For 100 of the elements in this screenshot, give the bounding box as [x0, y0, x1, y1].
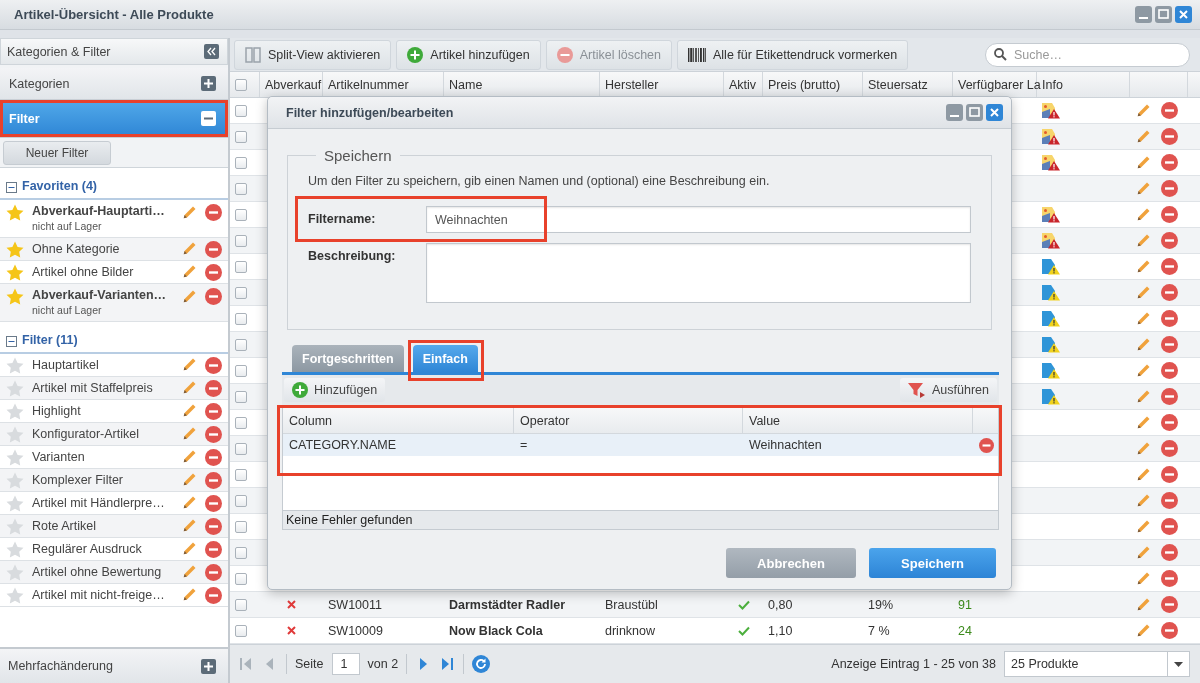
pencil-icon[interactable]: [1135, 336, 1151, 353]
star-icon[interactable]: [6, 586, 24, 604]
star-icon[interactable]: [6, 379, 24, 397]
star-icon[interactable]: [6, 425, 24, 443]
delete-icon[interactable]: [1161, 596, 1178, 613]
pencil-icon[interactable]: [181, 495, 197, 511]
expand-icon[interactable]: [201, 658, 216, 674]
pencil-icon[interactable]: [1135, 440, 1151, 457]
pencil-icon[interactable]: [181, 380, 197, 396]
maximize-icon[interactable]: [966, 104, 983, 121]
checkbox[interactable]: [235, 312, 247, 325]
checkbox[interactable]: [235, 494, 247, 507]
delete-icon[interactable]: [205, 517, 222, 535]
checkbox[interactable]: [235, 338, 247, 351]
delete-icon[interactable]: [1161, 544, 1178, 561]
column-header[interactable]: Steuersatz: [868, 77, 928, 92]
delete-icon[interactable]: [205, 240, 222, 258]
delete-icon[interactable]: [1161, 284, 1178, 301]
checkbox[interactable]: [235, 182, 247, 195]
column-header[interactable]: Name: [449, 77, 483, 92]
collapse-icon[interactable]: [201, 111, 216, 126]
delete-icon[interactable]: [205, 540, 222, 558]
pencil-icon[interactable]: [181, 241, 197, 257]
run-button[interactable]: Ausführen: [900, 378, 997, 402]
description-field[interactable]: [426, 243, 971, 303]
delete-icon[interactable]: [1161, 128, 1178, 145]
star-icon[interactable]: [6, 240, 24, 258]
pencil-icon[interactable]: [1135, 128, 1151, 145]
column-header[interactable]: Verfügbarer La: [958, 77, 1041, 92]
delete-icon[interactable]: [1161, 518, 1178, 535]
checkbox[interactable]: [235, 416, 247, 429]
star-icon[interactable]: [6, 471, 24, 489]
filter-name[interactable]: Artikel mit nicht-freige…: [32, 588, 173, 602]
filter-name[interactable]: Regulärer Ausdruck: [32, 542, 173, 556]
star-icon[interactable]: [6, 263, 24, 281]
checkbox[interactable]: [235, 598, 247, 611]
delete-icon[interactable]: [205, 263, 222, 281]
star-icon[interactable]: [6, 494, 24, 512]
delete-icon[interactable]: [205, 425, 222, 443]
pencil-icon[interactable]: [1135, 362, 1151, 379]
star-icon[interactable]: [6, 204, 24, 221]
pencil-icon[interactable]: [181, 288, 197, 305]
column-header[interactable]: Aktiv: [729, 77, 757, 92]
delete-icon[interactable]: [1161, 440, 1178, 457]
pencil-icon[interactable]: [1135, 466, 1151, 483]
column-header[interactable]: Value: [749, 413, 781, 428]
checkbox[interactable]: [235, 104, 247, 117]
pencil-icon[interactable]: [1135, 622, 1151, 639]
delete-icon[interactable]: [205, 586, 222, 604]
filter-name[interactable]: Varianten: [32, 450, 173, 464]
delete-icon[interactable]: [1161, 336, 1178, 353]
pencil-icon[interactable]: [181, 264, 197, 280]
checkbox[interactable]: [235, 546, 247, 559]
delete-icon[interactable]: [205, 288, 222, 305]
delete-icon[interactable]: [205, 356, 222, 374]
pencil-icon[interactable]: [181, 403, 197, 419]
delete-icon[interactable]: [205, 563, 222, 581]
column-header[interactable]: Preis (brutto): [768, 77, 841, 92]
delete-icon[interactable]: [205, 402, 222, 420]
pencil-icon[interactable]: [1135, 206, 1151, 223]
checkbox[interactable]: [235, 520, 247, 533]
delete-icon[interactable]: [1161, 388, 1178, 405]
pencil-icon[interactable]: [181, 564, 197, 580]
filter-name[interactable]: Artikel ohne Bilder: [32, 265, 173, 279]
last-page-icon[interactable]: [439, 656, 456, 672]
column-header[interactable]: Operator: [520, 413, 570, 428]
star-icon[interactable]: [6, 540, 24, 558]
minimize-icon[interactable]: [1135, 6, 1152, 23]
column-header[interactable]: Artikelnummer: [328, 77, 409, 92]
pencil-icon[interactable]: [181, 518, 197, 534]
delete-icon[interactable]: [1161, 414, 1178, 431]
filter-name[interactable]: Hauptartikel: [32, 358, 173, 372]
filter-name[interactable]: Abverkauf-Varianten…: [32, 288, 173, 302]
delete-icon[interactable]: [979, 436, 994, 454]
toolbar-button[interactable]: Alle für Etikettendruck vormerken: [677, 39, 909, 70]
star-icon[interactable]: [6, 402, 24, 420]
pencil-icon[interactable]: [1135, 180, 1151, 197]
checkbox[interactable]: [235, 286, 247, 299]
checkbox[interactable]: [235, 78, 247, 91]
checkbox[interactable]: [235, 208, 247, 221]
delete-icon[interactable]: [1161, 310, 1178, 327]
checkbox[interactable]: [235, 130, 247, 143]
checkbox[interactable]: [235, 234, 247, 247]
delete-icon[interactable]: [1161, 466, 1178, 483]
pencil-icon[interactable]: [1135, 414, 1151, 431]
delete-icon[interactable]: [205, 379, 222, 397]
delete-icon[interactable]: [205, 204, 222, 221]
page-field[interactable]: 1: [331, 653, 360, 675]
pencil-icon[interactable]: [181, 449, 197, 465]
toolbar-button[interactable]: Split-View aktivieren: [234, 39, 392, 70]
filter-name[interactable]: Abverkauf-Hauptarti…: [32, 204, 173, 218]
checkbox[interactable]: [235, 364, 247, 377]
toolbar-button[interactable]: Artikel hinzufügen: [396, 39, 541, 70]
checkbox[interactable]: [235, 624, 247, 637]
collapse-icon[interactable]: [6, 336, 17, 347]
delete-icon[interactable]: [1161, 622, 1178, 639]
pencil-icon[interactable]: [1135, 232, 1151, 249]
pencil-icon[interactable]: [1135, 518, 1151, 535]
pencil-icon[interactable]: [1135, 388, 1151, 405]
star-icon[interactable]: [6, 288, 24, 305]
